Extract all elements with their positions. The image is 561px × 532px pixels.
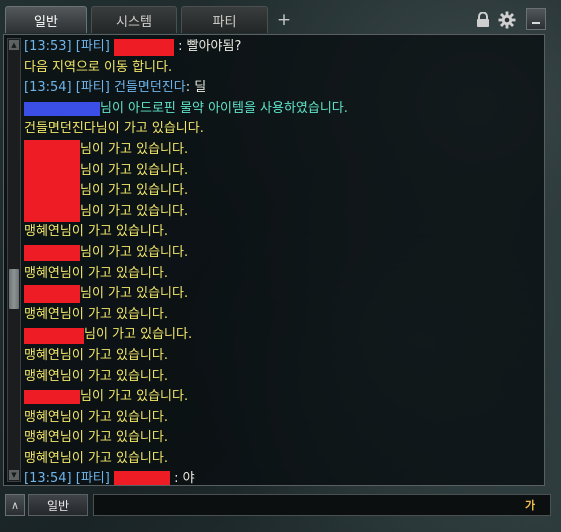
message-text: 님이 가고 있습니다. <box>59 224 168 240</box>
chat-message-list: [13:53] [파티] : 빨아야됨? 다음 지역으로 이동 합니다. [13… <box>24 37 542 485</box>
message-channel: [파티] <box>75 39 110 54</box>
channel-select-button[interactable]: 일반 <box>28 494 88 516</box>
chat-message: 님이 아드로핀 물약 아이템을 사용하였습니다. <box>24 99 542 120</box>
message-name: 맹혜연 <box>24 347 60 363</box>
chat-message: 님이 가고 있습니다. <box>24 284 542 305</box>
expand-chat-button[interactable]: ∧ <box>5 494 25 516</box>
redacted-name <box>24 285 80 304</box>
redacted-name <box>24 327 84 344</box>
scroll-down-arrow-icon[interactable]: ▼ <box>9 470 19 480</box>
redacted-name <box>24 201 80 223</box>
tab-general[interactable]: 일반 <box>5 6 87 33</box>
message-text: : 야 <box>174 471 195 485</box>
chat-scrollbar[interactable]: ▲ ▼ <box>7 38 21 482</box>
ime-mode-indicator: 가 <box>525 499 536 512</box>
chat-input-bar: ∧ 일반 가 <box>3 492 555 519</box>
message-text: 님이 아드로핀 물약 아이템을 사용하였습니다. <box>100 100 348 116</box>
message-text: 님이 가고 있습니다. <box>80 389 189 405</box>
message-text: 님이 가고 있습니다. <box>80 162 189 178</box>
message-text: 님이 가고 있습니다. <box>80 286 189 302</box>
message-text: 님이 가고 있습니다. <box>59 347 168 363</box>
chat-message: [13:54] [파티] 건들면던진다 : 딜 <box>24 78 542 99</box>
channel-select-label: 일반 <box>46 498 70 513</box>
message-text: 님이 가고 있습니다. <box>80 141 189 157</box>
message-name: 맹혜연 <box>24 306 60 322</box>
message-text: 님이 가고 있습니다. <box>59 368 168 384</box>
message-name: 맹혜연 <box>24 430 60 446</box>
chat-message: 님이 가고 있습니다. <box>24 139 542 161</box>
message-text: 님이 가고 있습니다. <box>84 327 193 343</box>
message-name: 건들면던진다 <box>24 121 96 137</box>
chat-message: 맹혜연 님이 가고 있습니다. <box>24 264 542 285</box>
chevron-up-icon: ∧ <box>10 498 20 512</box>
message-text: : 빨아야됨? <box>178 39 242 54</box>
chat-log-panel: ▲ ▼ [13:53] [파티] : 빨아야됨? 다음 지역으로 이동 합니다.… <box>3 34 545 486</box>
message-text: 님이 가고 있습니다. <box>95 121 204 137</box>
message-text: 님이 가고 있습니다. <box>80 244 189 260</box>
plus-icon: + <box>276 9 292 30</box>
chat-message: 다음 지역으로 이동 합니다. <box>24 58 542 79</box>
redacted-name <box>24 390 80 405</box>
redacted-name <box>113 38 174 56</box>
redacted-name <box>24 160 80 182</box>
message-text: 다음 지역으로 이동 합니다. <box>24 59 173 75</box>
chat-message: 건들면던진다 님이 가고 있습니다. <box>24 119 542 140</box>
chat-message: 님이 가고 있습니다. <box>24 201 542 223</box>
message-name: 맹혜연 <box>24 450 60 466</box>
message-time: [13:53] <box>24 39 72 54</box>
chat-message: 맹혜연 님이 가고 있습니다. <box>24 408 542 429</box>
redacted-name <box>24 102 100 117</box>
message-name: 맹혜연 <box>24 409 60 425</box>
message-name: 맹혜연 <box>24 265 60 281</box>
redacted-name <box>24 245 80 262</box>
message-text: 님이 가고 있습니다. <box>59 450 168 466</box>
message-text: 님이 가고 있습니다. <box>80 203 189 219</box>
tab-general-label: 일반 <box>34 14 58 30</box>
redacted-name <box>24 139 80 161</box>
redacted-name <box>113 471 170 485</box>
message-name: 맹혜연 <box>24 368 60 384</box>
message-time: [13:54] <box>24 471 72 485</box>
chat-input[interactable] <box>93 494 551 516</box>
chat-message: 맹혜연 님이 가고 있습니다. <box>24 449 542 470</box>
message-text: 님이 가고 있습니다. <box>80 183 189 199</box>
chat-message: 님이 가고 있습니다. <box>24 181 542 202</box>
add-tab-button[interactable]: + <box>272 6 296 33</box>
message-channel: [파티] <box>75 471 110 485</box>
message-channel: [파티] <box>75 80 110 96</box>
redacted-name <box>24 181 80 202</box>
scrollbar-thumb[interactable] <box>9 269 19 309</box>
chat-message: [13:53] [파티] : 빨아야됨? <box>24 37 542 58</box>
minimize-button[interactable] <box>526 8 546 30</box>
tab-system[interactable]: 시스템 <box>91 6 177 33</box>
message-text: : 딜 <box>185 80 207 96</box>
tab-party[interactable]: 파티 <box>181 6 268 33</box>
chat-message: 님이 가고 있습니다. <box>24 243 542 264</box>
chat-message: 맹혜연 님이 가고 있습니다. <box>24 222 542 243</box>
chat-message: 맹혜연 님이 가고 있습니다. <box>24 305 542 326</box>
gear-icon[interactable] <box>497 10 517 30</box>
message-text: 님이 가고 있습니다. <box>59 265 168 281</box>
message-text: 님이 가고 있습니다. <box>59 409 168 425</box>
chat-message: 님이 가고 있습니다. <box>24 325 542 346</box>
message-name: 맹혜연 <box>24 224 60 240</box>
tab-party-label: 파티 <box>212 14 237 30</box>
message-time: [13:54] <box>24 80 72 96</box>
chat-message: 님이 가고 있습니다. <box>24 160 542 182</box>
chat-message: 맹혜연 님이 가고 있습니다. <box>24 367 542 388</box>
chat-message: 맹혜연 님이 가고 있습니다. <box>24 346 542 367</box>
scroll-up-arrow-icon[interactable]: ▲ <box>9 40 19 50</box>
chat-message: 님이 가고 있습니다. <box>24 387 542 408</box>
chat-message: [13:54] [파티] : 야 <box>24 469 542 485</box>
message-text: 님이 가고 있습니다. <box>59 430 168 446</box>
message-text: 님이 가고 있습니다. <box>59 306 168 322</box>
tab-system-label: 시스템 <box>116 14 152 30</box>
chat-message: 맹혜연 님이 가고 있습니다. <box>24 428 542 449</box>
lock-icon[interactable] <box>473 10 493 30</box>
message-sender: 건들면던진다 <box>113 80 186 96</box>
